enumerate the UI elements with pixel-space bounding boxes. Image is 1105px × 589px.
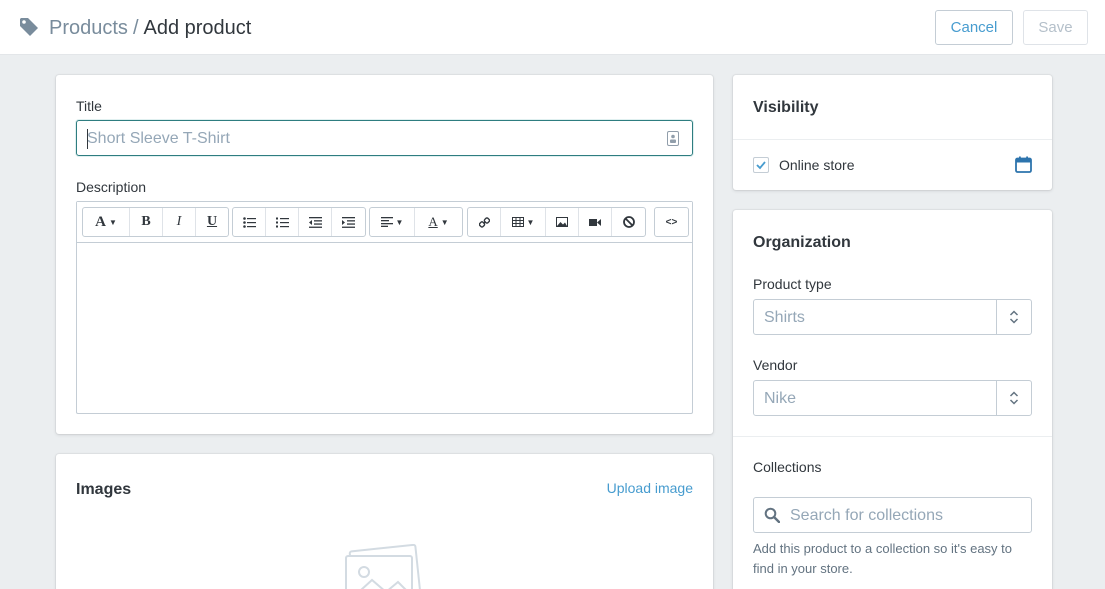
indent-icon (342, 216, 355, 228)
visibility-title: Visibility (753, 99, 819, 116)
chevron-down-icon: ▼ (108, 217, 117, 227)
visibility-card: Visibility Online store (733, 75, 1052, 190)
italic-button[interactable]: I (163, 208, 196, 236)
product-details-card: Title Short Sleeve T-Shirt Description A… (56, 75, 713, 434)
divider (733, 139, 1052, 140)
numbered-list-icon (275, 217, 289, 227)
title-input[interactable]: Short Sleeve T-Shirt (76, 120, 693, 156)
image-placeholder-icon (345, 544, 422, 589)
text-cursor (87, 129, 88, 149)
italic-icon: I (176, 214, 182, 229)
chevron-down-icon: ▼ (526, 217, 535, 227)
search-icon (764, 507, 780, 523)
vendor-label: Vendor (753, 357, 798, 373)
images-card: Images Upload image (56, 454, 713, 589)
font-icon: A (95, 213, 106, 230)
image-icon (556, 217, 568, 227)
underline-icon: U (206, 214, 218, 229)
chevron-down-icon: ▼ (395, 217, 404, 227)
video-icon (589, 218, 601, 226)
collections-label: Collections (753, 459, 822, 475)
numbered-list-button[interactable] (266, 208, 299, 236)
vendor-select[interactable]: Nike (753, 380, 1032, 416)
video-button[interactable] (579, 208, 612, 236)
insert-group: ▼ (467, 207, 646, 237)
tag-icon (20, 18, 38, 36)
online-store-checkbox[interactable] (753, 157, 769, 173)
select-arrows-icon (996, 381, 1031, 415)
product-type-value: Shirts (764, 309, 805, 326)
save-button[interactable]: Save (1023, 10, 1088, 45)
outdent-button[interactable] (299, 208, 332, 236)
calendar-icon[interactable] (1015, 156, 1032, 173)
editor-toolbar: A ▼ B I U ▼ A ▼ ▼ <> (77, 202, 692, 243)
product-type-label: Product type (753, 276, 832, 292)
collections-search-placeholder: Search for collections (790, 507, 943, 524)
font-group: A ▼ B I U (82, 207, 229, 237)
text-color-button[interactable]: A ▼ (415, 208, 462, 236)
online-store-label: Online store (779, 157, 855, 173)
table-icon (511, 217, 524, 227)
breadcrumb-products-link[interactable]: Products (49, 17, 128, 39)
table-button[interactable]: ▼ (501, 208, 546, 236)
images-title: Images (76, 481, 132, 498)
page-title: Add product (143, 17, 252, 39)
align-left-icon (380, 217, 393, 227)
description-editor[interactable]: A ▼ B I U ▼ A ▼ ▼ <> (76, 201, 693, 414)
collections-help-text: Add this product to a collection so it's… (753, 541, 1013, 576)
bold-icon: B (141, 214, 151, 229)
description-label: Description (76, 179, 147, 195)
outdent-icon (308, 216, 322, 228)
breadcrumb-separator: / (132, 17, 139, 39)
organization-title: Organization (753, 234, 851, 251)
text-color-icon: A (428, 214, 438, 229)
chevron-down-icon: ▼ (440, 217, 449, 227)
checkmark-icon (756, 161, 766, 170)
font-button[interactable]: A ▼ (83, 208, 130, 236)
html-group: <> (654, 207, 689, 237)
select-arrows-icon (996, 300, 1031, 334)
list-group (232, 207, 366, 237)
contact-card-icon (667, 131, 679, 146)
clear-formatting-icon (622, 216, 635, 228)
organization-card: Organization Product type Shirts Vendor … (733, 210, 1052, 589)
vendor-value: Nike (764, 390, 797, 407)
title-label: Title (76, 98, 102, 114)
bulleted-list-button[interactable] (233, 208, 266, 236)
align-button[interactable]: ▼ (370, 208, 415, 236)
clear-formatting-button[interactable] (612, 208, 645, 236)
divider (733, 436, 1052, 437)
title-placeholder: Short Sleeve T-Shirt (87, 130, 230, 147)
image-button[interactable] (546, 208, 579, 236)
cancel-button[interactable]: Cancel (935, 10, 1013, 45)
product-type-select[interactable]: Shirts (753, 299, 1032, 335)
indent-button[interactable] (332, 208, 365, 236)
link-button[interactable] (468, 208, 501, 236)
html-button[interactable]: <> (655, 208, 688, 236)
underline-button[interactable]: U (196, 208, 228, 236)
code-icon: <> (665, 216, 678, 228)
upload-image-link[interactable]: Upload image (607, 479, 693, 497)
align-color-group: ▼ A ▼ (369, 207, 463, 237)
collections-search-input[interactable]: Search for collections (753, 497, 1032, 533)
top-bar: Products / Add product Cancel Save (0, 0, 1105, 55)
link-icon (478, 216, 490, 228)
bold-button[interactable]: B (130, 208, 163, 236)
bulleted-list-icon (242, 216, 256, 228)
breadcrumb: Products / Add product (49, 16, 251, 40)
